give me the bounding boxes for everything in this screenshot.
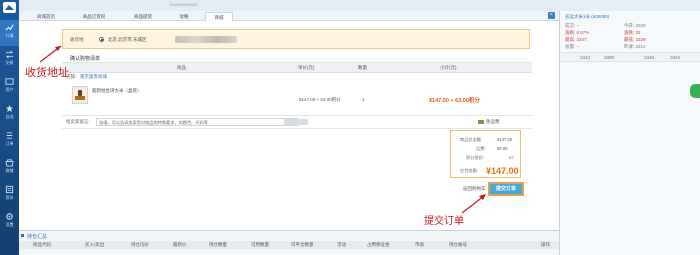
quote-stat: 总量: -- [565,44,580,49]
col-side: 买入/卖出 [85,242,105,247]
holdings-title[interactable]: 持仓汇总 [27,233,47,240]
holdings-header: 商品代码 买入/卖出 持仓均价 最新价 持仓数量 可用数量 可平仓数量 浮动 占… [19,241,559,249]
col-floating: 浮动 [337,242,346,247]
col-available-qty: 可用数量 [251,242,269,247]
holdings-marker-icon [21,234,24,237]
quote-stat: 涨跌: 32 [624,30,641,35]
quote-stat: 昨收: 3314 [624,44,646,49]
submit-arrow [461,194,486,214]
col-avg-price: 持仓均价 [131,242,149,247]
col-margin: 占用保证金 [367,242,390,247]
quote-stat: 成交: -- [565,23,580,28]
bid-price: 3343 [580,55,591,60]
ask-price: 3346 [644,55,655,60]
quote-stat: 最高: 3347 [565,37,587,42]
col-last-price: 最新价 [173,242,187,247]
quote-title: 农远大米1号 (600000) [565,14,610,19]
col-position-no: 持仓备号 [449,242,467,247]
col-position-qty: 持仓数量 [209,242,227,247]
quote-stat: 涨跌: 0.97% [565,30,590,35]
bid-ask-row: 3343 3888 3346 3949 [560,52,700,62]
quote-panel: 农远大米1号 (600000) 成交: -- 今开: 3329 涨跌: 0.97… [559,11,700,255]
annotation-address: 收货地址 [25,67,69,79]
col-closable-qty: 可平仓数量 [291,242,314,247]
quote-stat: 今开: 3329 [624,23,646,28]
ask-volume: 3949 [670,55,681,60]
col-market-value: 市值 [415,242,424,247]
bid-volume: 3888 [604,55,615,60]
floating-service-button[interactable] [690,84,700,98]
holdings-panel: 持仓汇总 商品代码 买入/卖出 持仓均价 最新价 持仓数量 可用数量 可平仓数量… [19,230,559,255]
address-arrow [39,45,62,63]
quote-stat: 最低: 3329 [624,37,646,42]
annotation-submit: 提交订单 [424,216,464,227]
col-action: 操作 [541,242,550,247]
col-code: 商品代码 [33,242,51,247]
